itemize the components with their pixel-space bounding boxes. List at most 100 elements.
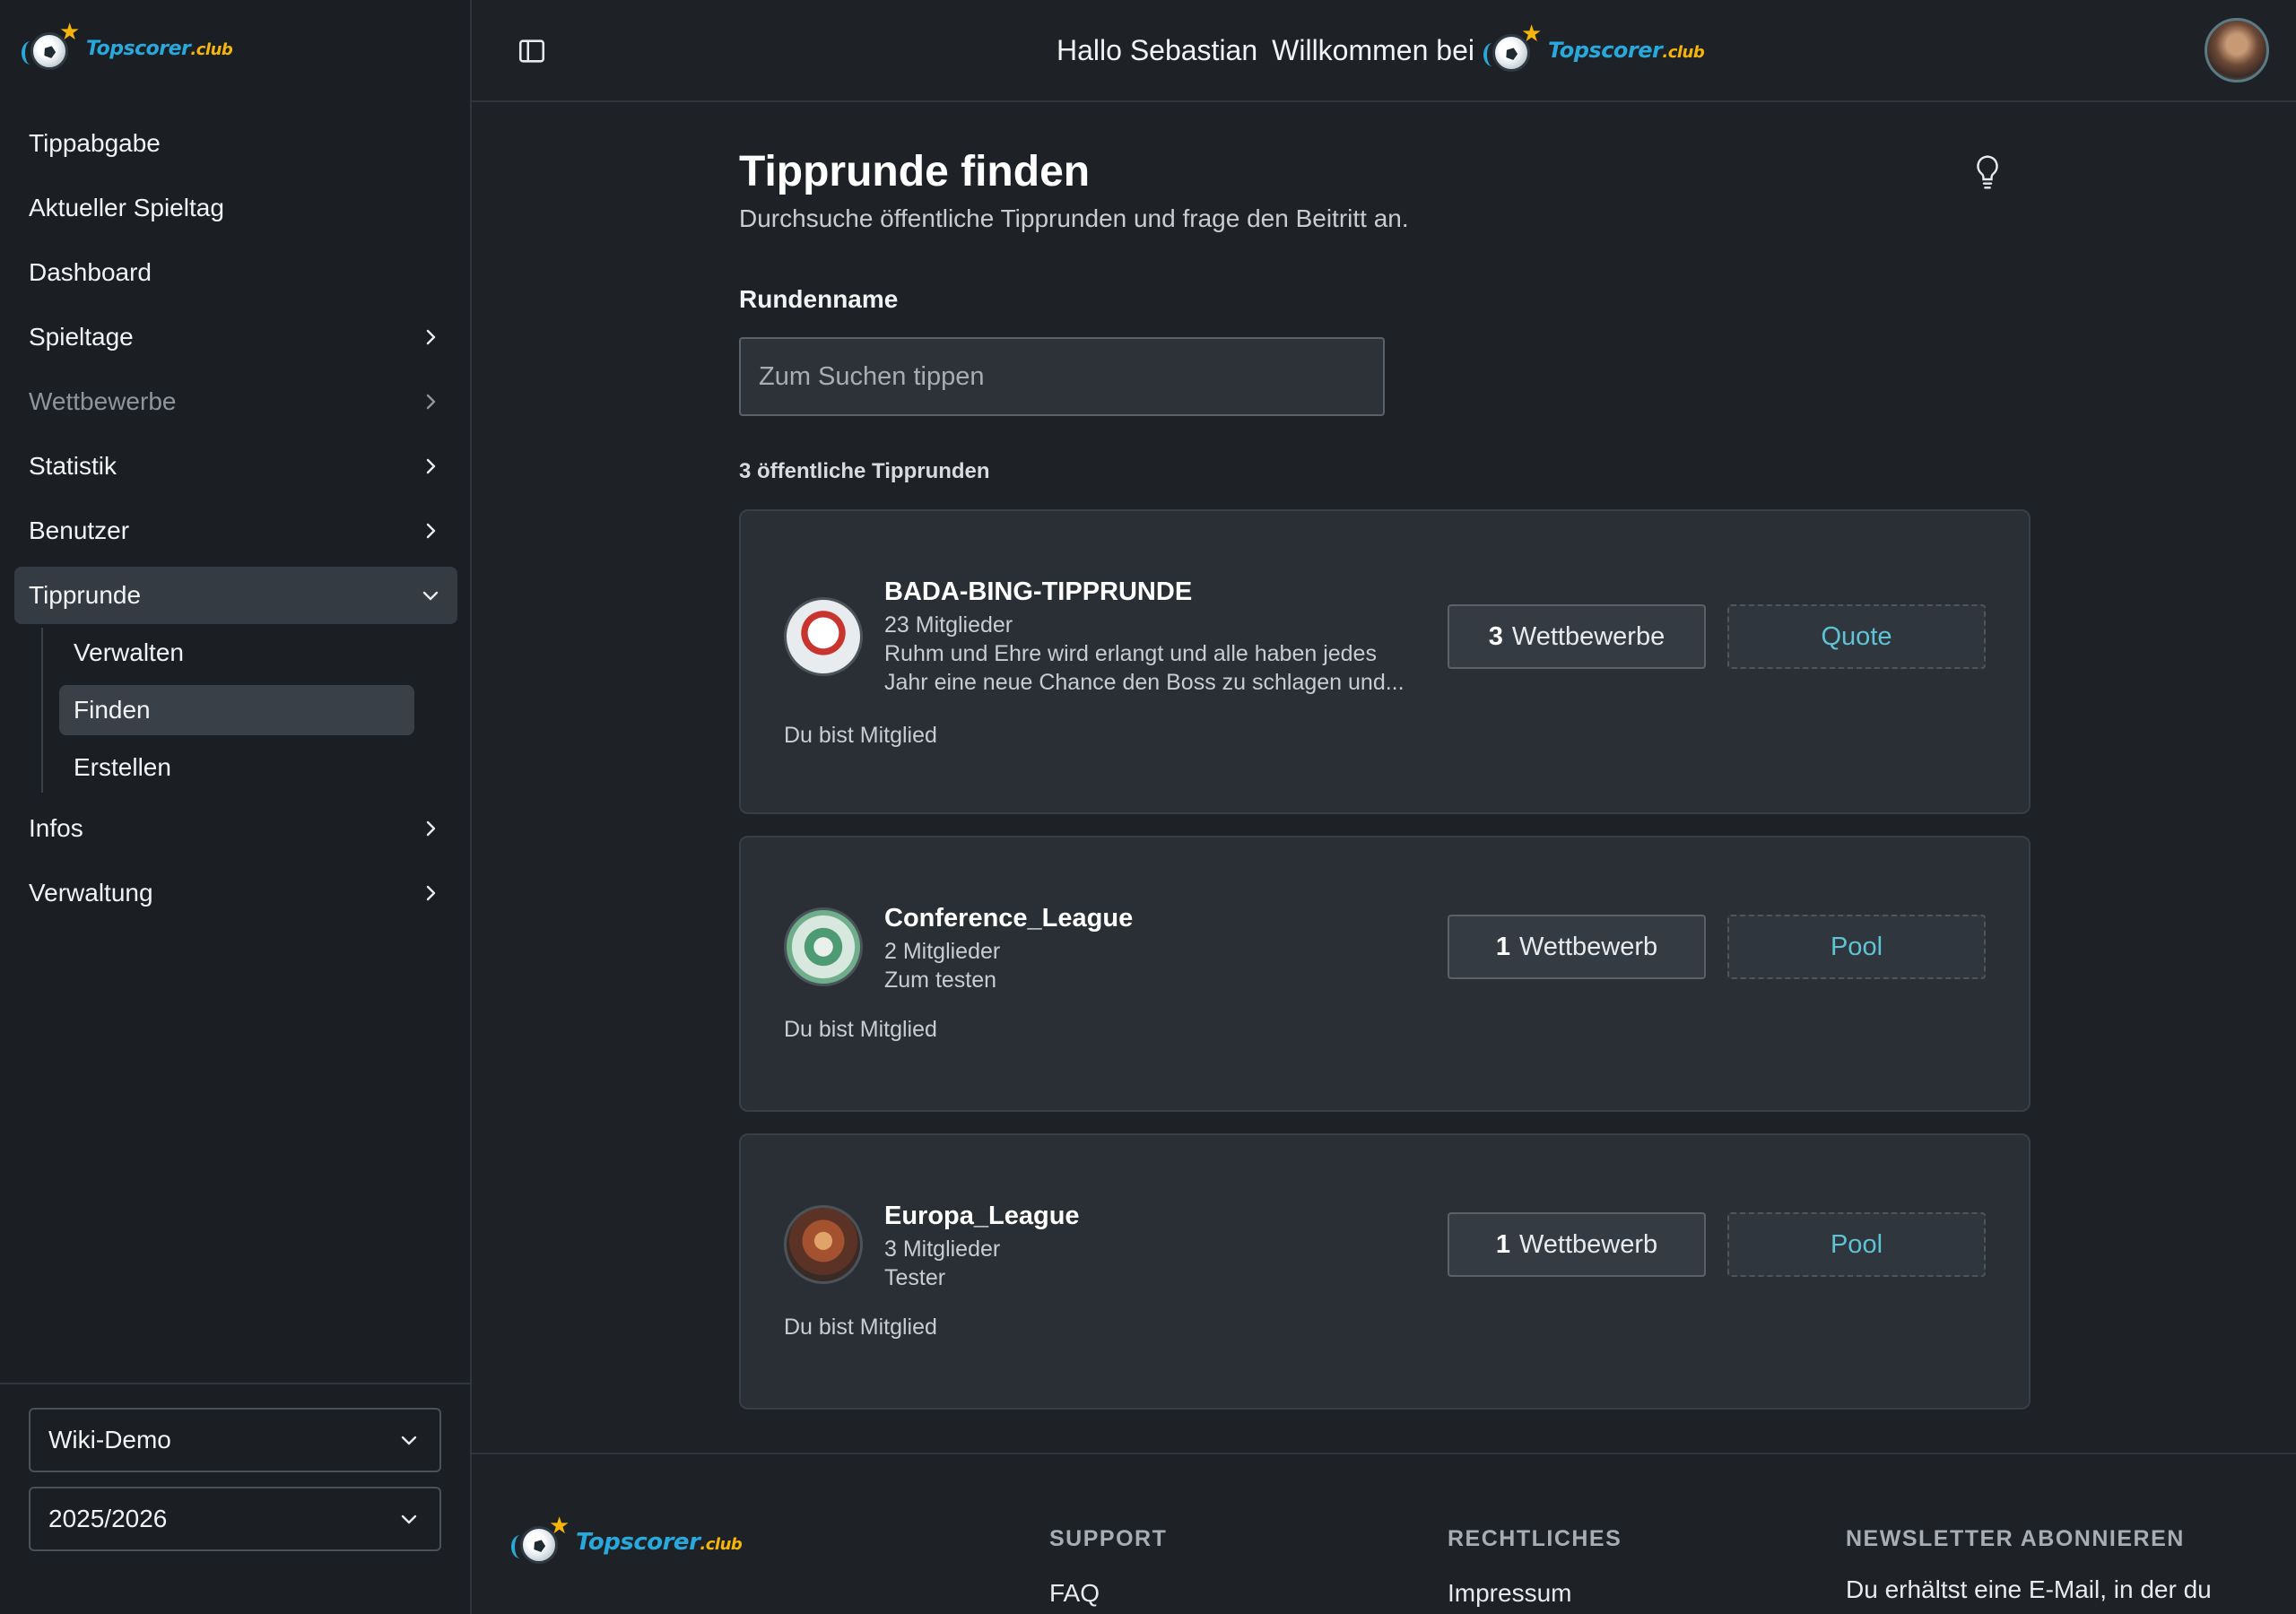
soccer-ball-icon: ★ [1483, 22, 1543, 75]
round-members: 2 Mitglieder [884, 939, 1001, 964]
legal-heading: RECHTLICHES [1448, 1526, 1622, 1551]
round-type-button[interactable]: Pool [1727, 1212, 1986, 1277]
logo-wordmark: Topscorer.club [1547, 38, 1705, 63]
chevron-down-icon [396, 1427, 422, 1453]
round-info: Europa_League 3 Mitglieder Tester [884, 1202, 1422, 1292]
round-badge [784, 907, 863, 986]
support-heading: SUPPORT [1049, 1526, 1168, 1551]
sidebar-subitem-label: Verwalten [74, 638, 184, 666]
sidebar-toggle-icon[interactable] [517, 36, 547, 66]
competitions-label: Wettbewerb [1518, 1229, 1658, 1259]
sidebar-item-aktueller-spieltag[interactable]: Aktueller Spieltag [14, 179, 457, 237]
chevron-right-icon [418, 454, 443, 479]
footer-legal: RECHTLICHES Impressum [1448, 1526, 1622, 1608]
round-info: BADA-BING-TIPPRUNDE 23 Mitglieder Ruhm u… [884, 577, 1422, 697]
season-select-value: 2025/2026 [48, 1505, 168, 1532]
membership-status: Du bist Mitglied [784, 1017, 937, 1042]
header-logo: ★ Topscorer.club [1483, 22, 1705, 75]
round-name: Europa_League [884, 1202, 1080, 1230]
sidebar-item-statistik[interactable]: Statistik [14, 438, 457, 495]
sidebar-item-tippabgabe[interactable]: Tippabgabe [14, 115, 457, 172]
round-badge [784, 1205, 863, 1284]
sidebar: ★ Topscorer.club Tippabgabe Aktueller Sp… [0, 0, 472, 1614]
round-members: 3 Mitglieder [884, 1237, 1001, 1262]
soccer-ball-icon: ★ [22, 20, 81, 74]
sidebar-item-label: Wettbewerbe [29, 387, 177, 415]
sidebar-item-label: Spieltage [29, 323, 134, 351]
user-avatar[interactable] [2205, 18, 2269, 82]
competitions-button[interactable]: 1 Wettbewerb [1448, 915, 1706, 979]
sidebar-subitem-verwalten[interactable]: Verwalten [59, 628, 414, 678]
round-badge [784, 597, 863, 676]
sidebar-item-tipprunde[interactable]: Tipprunde [14, 567, 457, 624]
season-select[interactable]: 2025/2026 [29, 1487, 441, 1551]
sidebar-item-infos[interactable]: Infos [14, 800, 457, 857]
sidebar-item-label: Dashboard [29, 258, 152, 286]
round-name: Conference_League [884, 904, 1134, 933]
chevron-right-icon [418, 816, 443, 841]
footer-logo[interactable]: ★ Topscorer.club [511, 1514, 743, 1567]
sidebar-item-spieltage[interactable]: Spieltage [14, 308, 457, 366]
chevron-right-icon [418, 389, 443, 414]
newsletter-text: Du erhältst eine E-Mail, in der du [1846, 1575, 2212, 1603]
sidebar-subitem-finden[interactable]: Finden [59, 685, 414, 735]
round-card[interactable]: Conference_League 2 Mitglieder Zum teste… [739, 836, 2031, 1112]
chevron-down-icon [418, 583, 443, 608]
round-card[interactable]: Europa_League 3 Mitglieder Tester Du bis… [739, 1133, 2031, 1410]
sidebar-item-label: Tipprunde [29, 581, 142, 609]
sidebar-subitem-erstellen[interactable]: Erstellen [59, 742, 414, 793]
round-card[interactable]: BADA-BING-TIPPRUNDE 23 Mitglieder Ruhm u… [739, 509, 2031, 814]
sidebar-item-benutzer[interactable]: Benutzer [14, 502, 457, 560]
sidebar-item-wettbewerbe[interactable]: Wettbewerbe [14, 373, 457, 430]
page-subtitle: Durchsuche öffentliche Tipprunden und fr… [739, 204, 1409, 232]
footer-newsletter: NEWSLETTER ABONNIEREN Du erhältst eine E… [1846, 1526, 2212, 1604]
competitions-button[interactable]: 3 Wettbewerbe [1448, 604, 1706, 669]
round-members: 23 Mitglieder [884, 612, 1013, 638]
logo-wordmark: Topscorer.club [576, 1529, 743, 1556]
round-description: Tester [884, 1265, 946, 1290]
competitions-label: Wettbewerbe [1511, 621, 1665, 651]
sidebar-item-label: Benutzer [29, 516, 130, 544]
sidebar-item-label: Aktueller Spieltag [29, 194, 224, 221]
sidebar-nav: Tippabgabe Aktueller Spieltag Dashboard … [14, 115, 457, 929]
impressum-link[interactable]: Impressum [1448, 1579, 1622, 1608]
lightbulb-icon[interactable] [1973, 154, 2005, 194]
round-description: Zum testen [884, 968, 997, 993]
sidebar-subitem-label: Finden [74, 696, 151, 724]
round-description: Ruhm und Ehre wird erlangt und alle habe… [884, 641, 1405, 695]
soccer-ball-icon: ★ [511, 1514, 570, 1567]
sidebar-footer: Wiki-Demo 2025/2026 [0, 1383, 470, 1566]
public-rounds-count: 3 öffentliche Tipprunden [739, 459, 990, 483]
welcome-text: Willkommen bei [1272, 33, 1474, 66]
competitions-label: Wettbewerb [1518, 932, 1658, 961]
competitions-count: 3 [1488, 621, 1503, 651]
faq-link[interactable]: FAQ [1049, 1579, 1167, 1608]
membership-status: Du bist Mitglied [784, 1315, 937, 1340]
group-select-value: Wiki-Demo [48, 1426, 171, 1453]
greeting-text: Hallo Sebastian [1057, 33, 1258, 66]
chevron-right-icon [418, 881, 443, 906]
round-search-input[interactable] [739, 337, 1385, 416]
sidebar-item-dashboard[interactable]: Dashboard [14, 244, 457, 301]
sidebar-item-verwaltung[interactable]: Verwaltung [14, 864, 457, 922]
round-name-label: Rundenname [739, 285, 899, 313]
competitions-count: 1 [1495, 1229, 1510, 1259]
tipprunde-subnav: Verwalten Finden Erstellen [41, 628, 457, 793]
sidebar-item-label: Infos [29, 814, 83, 842]
page-footer: ★ Topscorer.club SUPPORT FAQ RECHTLICHES… [472, 1453, 2296, 1614]
round-type-button[interactable]: Pool [1727, 915, 1986, 979]
chevron-down-icon [396, 1506, 422, 1532]
competitions-count: 1 [1495, 932, 1510, 961]
top-header: Hallo Sebastian Willkommen bei ★ Topscor… [472, 0, 2296, 102]
chevron-right-icon [418, 518, 443, 543]
round-type-button[interactable]: Quote [1727, 604, 1986, 669]
competitions-button[interactable]: 1 Wettbewerb [1448, 1212, 1706, 1277]
logo-wordmark: Topscorer.club [86, 37, 233, 60]
round-name: BADA-BING-TIPPRUNDE [884, 577, 1193, 606]
round-info: Conference_League 2 Mitglieder Zum teste… [884, 904, 1422, 994]
brand-logo[interactable]: ★ Topscorer.club [22, 20, 233, 74]
footer-support: SUPPORT FAQ [1049, 1526, 1167, 1608]
sidebar-subitem-label: Erstellen [74, 753, 171, 781]
sidebar-item-label: Statistik [29, 452, 117, 480]
group-select[interactable]: Wiki-Demo [29, 1408, 441, 1472]
